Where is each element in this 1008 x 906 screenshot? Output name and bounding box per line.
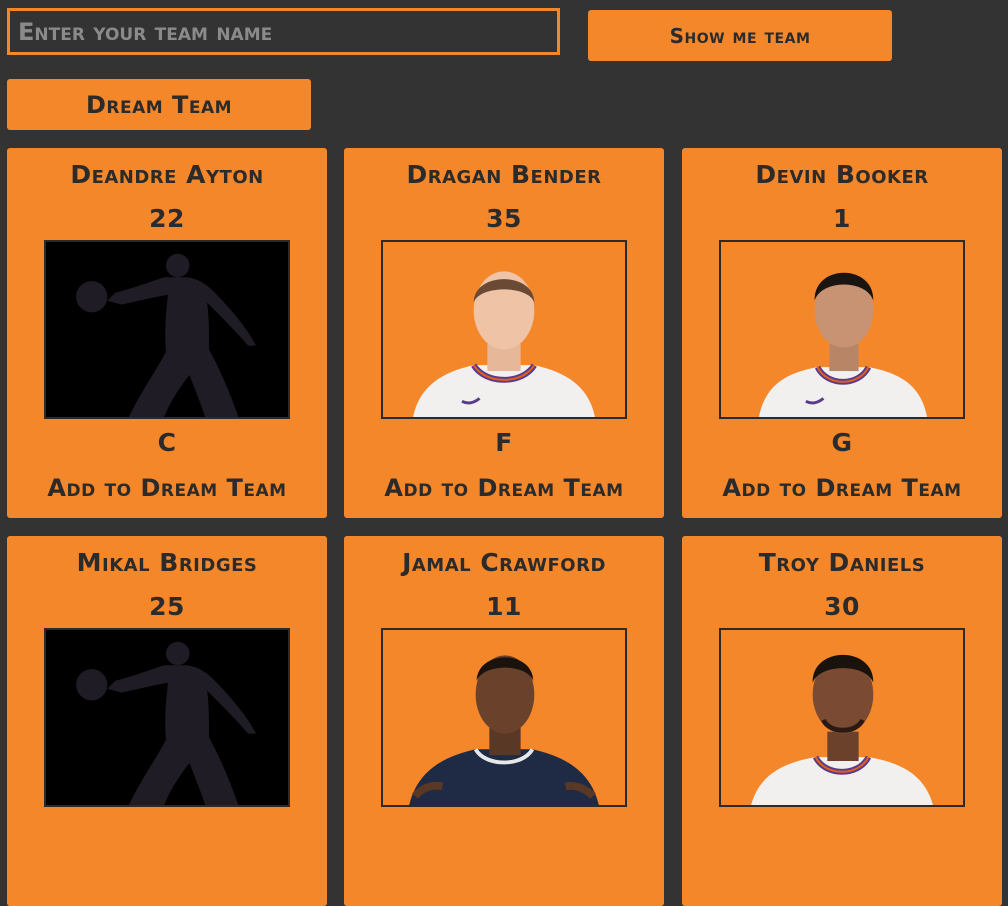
player-name: Troy Daniels	[758, 548, 926, 577]
player-number: 22	[149, 204, 185, 233]
add-to-dream-team-button[interactable]: Add to Dream Team	[344, 474, 664, 502]
add-to-dream-team-button[interactable]: Add to Dream Team	[682, 474, 1002, 502]
player-name: Devin Booker	[755, 160, 929, 189]
player-number: 1	[833, 204, 851, 233]
player-name: Deandre Ayton	[70, 160, 264, 189]
player-card: Jamal Crawford 11	[344, 536, 664, 906]
player-headshot-image	[719, 628, 965, 807]
player-headshot-image	[719, 240, 965, 419]
player-position: G	[831, 428, 853, 457]
player-position: C	[157, 428, 177, 457]
player-position: F	[495, 428, 513, 457]
show-team-button[interactable]: Show me team	[588, 10, 892, 61]
add-to-dream-team-button[interactable]: Add to Dream Team	[7, 474, 327, 502]
player-silhouette-image	[44, 240, 290, 419]
player-number: 25	[149, 592, 185, 621]
player-number: 11	[486, 592, 522, 621]
player-card: Devin Booker 1 G Add to Dream Team	[682, 148, 1002, 518]
player-headshot-image	[381, 628, 627, 807]
player-card: Mikal Bridges 25	[7, 536, 327, 906]
player-number: 35	[486, 204, 522, 233]
dream-team-button[interactable]: Dream Team	[7, 79, 311, 130]
player-headshot-image	[381, 240, 627, 419]
player-name: Jamal Crawford	[402, 548, 606, 577]
player-name: Dragan Bender	[406, 160, 602, 189]
player-silhouette-image	[44, 628, 290, 807]
team-name-input[interactable]	[7, 8, 560, 55]
player-number: 30	[824, 592, 860, 621]
player-card: Troy Daniels 30	[682, 536, 1002, 906]
player-card: Dragan Bender 35 F Add to Dream Team	[344, 148, 664, 518]
player-name: Mikal Bridges	[76, 548, 258, 577]
player-card: Deandre Ayton 22 C Add to Dream Team	[7, 148, 327, 518]
